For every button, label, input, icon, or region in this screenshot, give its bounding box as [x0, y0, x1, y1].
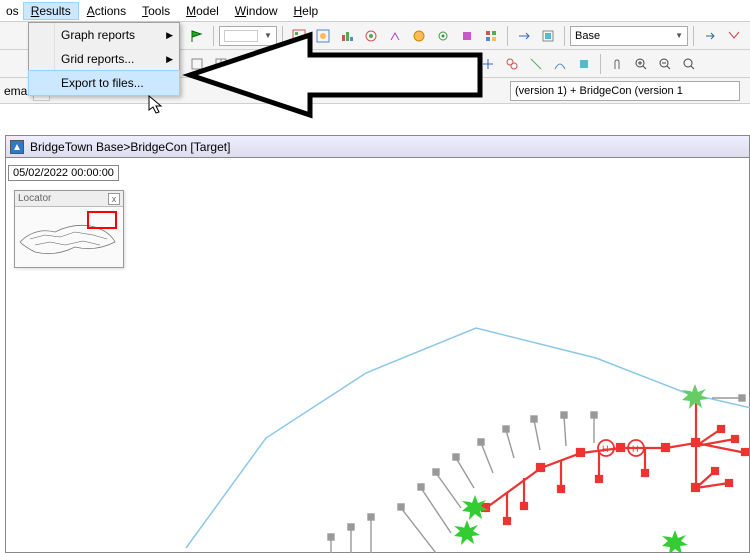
- toolbar-icon-10[interactable]: [513, 25, 535, 47]
- cursor-icon: [148, 95, 166, 117]
- menu-results[interactable]: Results: [23, 2, 79, 20]
- menu-item-grid-reports[interactable]: Grid reports... ▶: [29, 47, 179, 71]
- svg-text:H: H: [632, 444, 639, 454]
- base-combo[interactable]: Base▼: [570, 26, 688, 46]
- tool-icon-k[interactable]: [573, 53, 595, 75]
- geoplan-title-text: BridgeTown Base>BridgeCon [Target]: [30, 140, 230, 154]
- menu-item-label: Export to files...: [61, 76, 144, 90]
- locator-panel: Locator x: [14, 190, 124, 268]
- menu-item-graph-reports[interactable]: Graph reports ▶: [29, 23, 179, 47]
- tool-icon-i[interactable]: [525, 53, 547, 75]
- locator-title: Locator: [18, 193, 51, 204]
- menu-item-export-to-files[interactable]: Export to files...: [29, 71, 179, 95]
- breadcrumb-input[interactable]: [510, 81, 740, 101]
- locator-minimap[interactable]: [15, 207, 123, 267]
- geoplan-titlebar[interactable]: BridgeTown Base>BridgeCon [Target]: [6, 136, 749, 158]
- menubar-stub: os: [2, 2, 23, 20]
- locator-close-button[interactable]: x: [108, 193, 120, 205]
- svg-text:H: H: [602, 444, 609, 454]
- geoplan-app-icon: [10, 140, 24, 154]
- locator-viewport-rect: [87, 211, 117, 229]
- timestamp-display: 05/02/2022 00:00:00: [8, 165, 119, 181]
- toolbar-icon-11[interactable]: [537, 25, 559, 47]
- arrow-right-icon[interactable]: [699, 25, 721, 47]
- menu-actions[interactable]: Actions: [79, 2, 134, 20]
- menubar: os Results Actions Tools Model Window He…: [0, 0, 750, 22]
- tool-icon-j[interactable]: [549, 53, 571, 75]
- zoom-in-icon[interactable]: [630, 53, 652, 75]
- callout-arrow-icon: [150, 30, 490, 120]
- crumb-stub: ema: [0, 82, 31, 100]
- hand-icon[interactable]: [606, 53, 628, 75]
- menu-tools[interactable]: Tools: [134, 2, 178, 20]
- zoom-fit-icon[interactable]: [678, 53, 700, 75]
- menu-item-label: Grid reports...: [61, 52, 134, 66]
- menu-model[interactable]: Model: [178, 2, 227, 20]
- tool-icon-h[interactable]: [501, 53, 523, 75]
- submenu-arrow-icon: ▶: [166, 54, 173, 65]
- menu-help[interactable]: Help: [285, 2, 326, 20]
- results-dropdown: Graph reports ▶ Grid reports... ▶ Export…: [28, 22, 180, 96]
- menu-window[interactable]: Window: [227, 2, 286, 20]
- submenu-arrow-icon: ▶: [166, 30, 173, 41]
- toolbar-icon-13[interactable]: [723, 25, 745, 47]
- zoom-out-icon[interactable]: [654, 53, 676, 75]
- menu-item-label: Graph reports: [61, 28, 135, 42]
